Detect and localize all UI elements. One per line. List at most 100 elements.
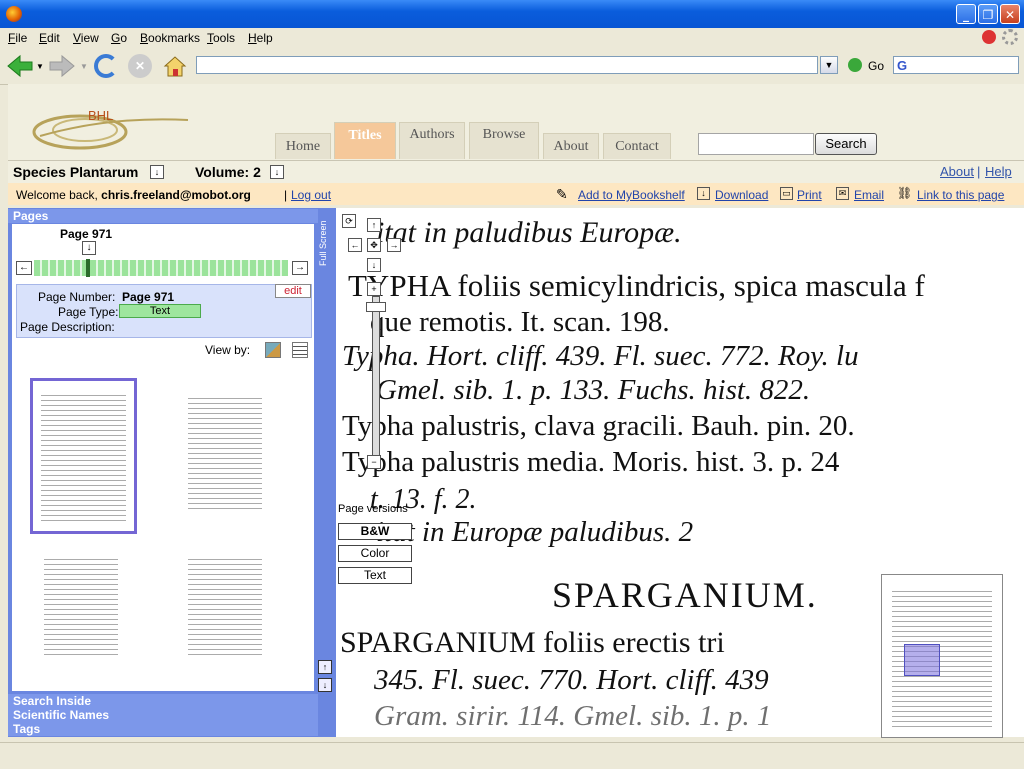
strip-right-arrow-icon[interactable]: → [292, 261, 308, 275]
tab-home[interactable]: Home [275, 133, 331, 159]
page-text-line: itat in Europæ paludibus. 2 [376, 516, 694, 548]
tags-section[interactable]: Tags [8, 722, 318, 736]
edit-button[interactable]: edit [275, 284, 311, 298]
url-history-dropdown-icon[interactable]: ▼ [820, 56, 838, 74]
version-bw-button[interactable]: B&W [338, 523, 412, 540]
title-dropdown-icon[interactable]: ↓ [150, 165, 164, 179]
volume-dropdown-icon[interactable]: ↓ [270, 165, 284, 179]
page-thumbnail[interactable] [180, 545, 270, 665]
email-link[interactable]: Email [854, 188, 884, 202]
download-link[interactable]: Download [715, 188, 768, 202]
page-text-line: Gmel. sib. 1. p. 133. Fuchs. hist. 822. [376, 374, 811, 406]
version-color-button[interactable]: Color [338, 545, 412, 562]
print-link[interactable]: Print [797, 188, 822, 202]
page-thumbnail[interactable] [180, 384, 270, 516]
download-icon: ↓ [697, 187, 710, 200]
page-heading: SPARGANIUM. [552, 575, 818, 615]
page-description-label: Page Description: [20, 320, 115, 334]
chain-link-icon: ⛓ [897, 186, 913, 200]
tab-browse[interactable]: Browse [469, 122, 539, 159]
menu-view[interactable]: View [73, 31, 99, 45]
window-title-bar [0, 0, 1024, 28]
back-history-dropdown-icon[interactable]: ▼ [36, 62, 44, 71]
page-number-value: Page 971 [122, 290, 175, 304]
menu-edit[interactable]: Edit [39, 31, 60, 45]
bookshelf-icon: ✎ [556, 186, 568, 202]
scientific-names-section[interactable]: Scientific Names [8, 708, 318, 722]
zoom-out-icon[interactable]: − [367, 455, 381, 469]
page-text-line: Gram. sirir. 114. Gmel. sib. 1. p. 1 [374, 700, 772, 732]
full-screen-toggle[interactable]: Full Screen [318, 212, 334, 274]
pan-left-arrow-icon[interactable]: ← [348, 238, 362, 252]
page-number-label: Page Number: [38, 290, 116, 304]
menu-help[interactable]: Help [248, 31, 273, 45]
page-text-line: Typha palustris, clava gracili. Bauh. pi… [342, 410, 855, 442]
url-input[interactable] [196, 56, 818, 74]
stop-loading-icon[interactable] [982, 30, 996, 44]
pan-center-icon[interactable]: ✥ [367, 238, 381, 252]
text-view-icon[interactable] [292, 342, 308, 358]
strip-left-arrow-icon[interactable]: ← [16, 261, 32, 275]
forward-arrow-icon[interactable] [48, 54, 76, 78]
go-icon[interactable] [848, 58, 862, 72]
tab-about[interactable]: About [543, 133, 599, 159]
page-minimap[interactable] [881, 574, 1003, 738]
page-type-badge: Text [119, 304, 201, 318]
image-view-icon[interactable] [265, 342, 281, 358]
back-arrow-icon[interactable] [6, 54, 34, 78]
page-thumbnail[interactable] [36, 545, 126, 665]
pan-up-arrow-icon[interactable]: ↑ [367, 218, 381, 232]
page-text-line: TYPHA foliis semicylindricis, spica masc… [348, 268, 925, 303]
menu-go[interactable]: Go [111, 31, 127, 45]
scroll-up-arrow-icon[interactable]: ↑ [318, 660, 332, 674]
tab-authors[interactable]: Authors [399, 122, 465, 159]
home-icon[interactable] [162, 54, 188, 78]
tab-contact[interactable]: Contact [603, 133, 671, 159]
page-thumbnail-selected[interactable] [30, 378, 137, 534]
tab-titles[interactable]: Titles [334, 122, 396, 159]
minimize-button[interactable]: _ [956, 4, 976, 24]
page-strip-cursor[interactable] [86, 259, 90, 277]
help-link[interactable]: Help [985, 164, 1012, 179]
browser-status-bar [0, 742, 1024, 769]
envelope-icon: ✉ [836, 187, 849, 200]
link-to-page-link[interactable]: Link to this page [917, 188, 1004, 202]
zoom-reset-icon[interactable]: ⟳ [342, 214, 356, 228]
page-versions-label: Page versions [338, 503, 408, 515]
site-search-input[interactable] [698, 133, 814, 155]
reload-icon[interactable] [94, 54, 118, 78]
zoom-slider-handle[interactable] [366, 302, 386, 312]
page-thumbnail[interactable] [36, 672, 126, 690]
zoom-in-icon[interactable]: + [367, 282, 381, 296]
throbber-icon [1002, 29, 1018, 45]
page-strip[interactable] [34, 260, 288, 276]
about-link[interactable]: About [940, 164, 974, 179]
zoom-slider[interactable] [372, 296, 380, 460]
forward-history-dropdown-icon[interactable]: ▼ [80, 62, 88, 71]
web-search-input[interactable] [893, 56, 1019, 74]
google-search-engine-icon[interactable]: G [897, 58, 907, 73]
pages-header[interactable]: Pages [8, 209, 318, 223]
logout-link[interactable]: Log out [291, 188, 331, 202]
go-button-label[interactable]: Go [868, 59, 884, 73]
version-text-button[interactable]: Text [338, 567, 412, 584]
stop-icon[interactable]: ✕ [128, 54, 152, 78]
close-button[interactable]: ✕ [1000, 4, 1020, 24]
welcome-prefix: Welcome back, [16, 188, 98, 202]
welcome-user: chris.freeland@mobot.org [101, 188, 251, 202]
page-dropdown-icon[interactable]: ↓ [82, 241, 96, 255]
menu-file[interactable]: File [8, 31, 27, 45]
minimap-viewport[interactable] [904, 644, 940, 676]
restore-button[interactable]: ❐ [978, 4, 998, 24]
pan-down-arrow-icon[interactable]: ↓ [367, 258, 381, 272]
scroll-down-arrow-icon[interactable]: ↓ [318, 678, 332, 692]
search-inside-section[interactable]: Search Inside [8, 694, 318, 708]
menu-bookmarks[interactable]: Bookmarks [140, 31, 200, 45]
welcome-separator: | [284, 188, 288, 202]
pan-right-arrow-icon[interactable]: → [387, 238, 401, 252]
menu-tools[interactable]: Tools [207, 31, 235, 45]
viewer-side-strip [318, 208, 336, 737]
page-thumbnail[interactable] [180, 672, 270, 690]
search-button[interactable]: Search [815, 133, 877, 155]
add-to-bookshelf-link[interactable]: Add to MyBookshelf [578, 188, 685, 202]
